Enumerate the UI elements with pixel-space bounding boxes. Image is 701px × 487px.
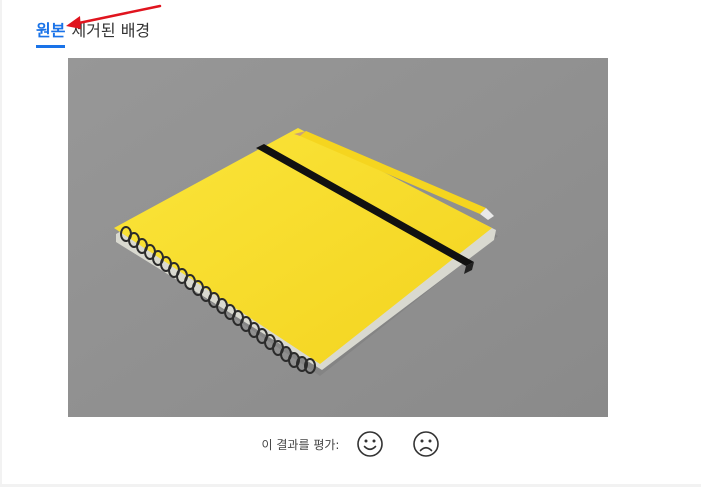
smile-icon[interactable]	[355, 429, 385, 459]
result-card: 원본 제거된 배경 이 결과를 평가:	[2, 0, 701, 484]
product-photo	[68, 58, 608, 417]
tab-original[interactable]: 원본	[36, 20, 66, 48]
view-tabs: 원본 제거된 배경	[36, 20, 150, 48]
tab-removed-background[interactable]: 제거된 배경	[71, 20, 150, 42]
frown-icon[interactable]	[411, 429, 441, 459]
rating-bar: 이 결과를 평가:	[2, 428, 701, 460]
notebook-image	[68, 58, 608, 417]
rating-label: 이 결과를 평가:	[261, 437, 340, 452]
